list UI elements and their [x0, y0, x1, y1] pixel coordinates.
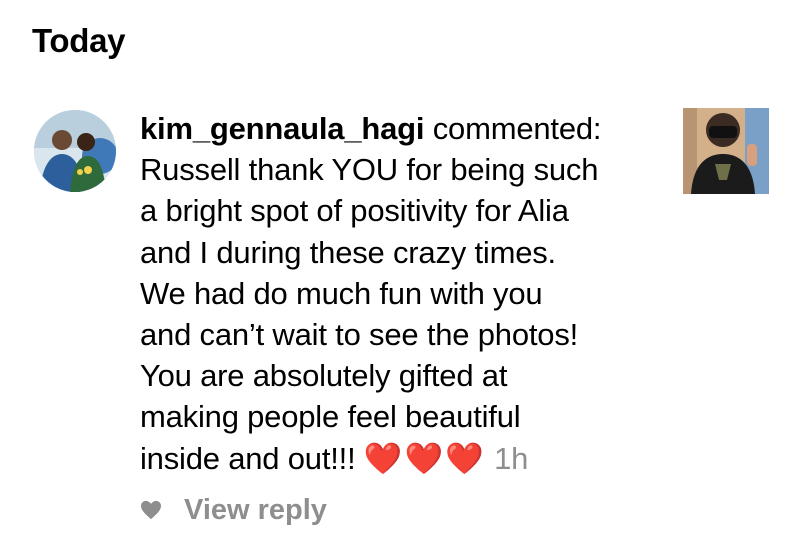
comment-line: making people feel beautiful — [140, 399, 521, 435]
comment-notification: kim_gennaula_hagi commented: Russell tha… — [0, 0, 800, 540]
comment-line: Russell thank YOU for being such — [140, 152, 599, 188]
reply-row: View reply — [140, 488, 327, 532]
thumbnail-photo — [683, 108, 769, 194]
comment-line: a bright spot of positivity for Alia — [140, 193, 569, 229]
heart-icon[interactable] — [140, 500, 162, 520]
view-reply-link[interactable]: View reply — [184, 494, 327, 527]
comment-username[interactable]: kim_gennaula_hagi — [140, 111, 425, 146]
post-thumbnail[interactable] — [683, 108, 769, 194]
comment-timestamp: 1h — [494, 440, 529, 476]
comment-text-block: kim_gennaula_hagi commented: Russell tha… — [140, 108, 670, 479]
comment-line: You are absolutely gifted at — [140, 358, 508, 394]
comment-line: inside and out!!! — [140, 440, 356, 476]
comment-action: commented: — [432, 111, 602, 146]
comment-line: and can’t wait to see the photos! — [140, 317, 579, 353]
comment-line: We had do much fun with you — [140, 275, 543, 311]
heart-emojis: ❤️❤️❤️ — [363, 440, 486, 476]
user-avatar[interactable] — [34, 110, 116, 192]
notifications-page: Today kim_gennaula_hagi commented: Russe… — [0, 0, 800, 540]
comment-line: and I during these crazy times. — [140, 234, 556, 270]
avatar-photo — [34, 110, 116, 192]
